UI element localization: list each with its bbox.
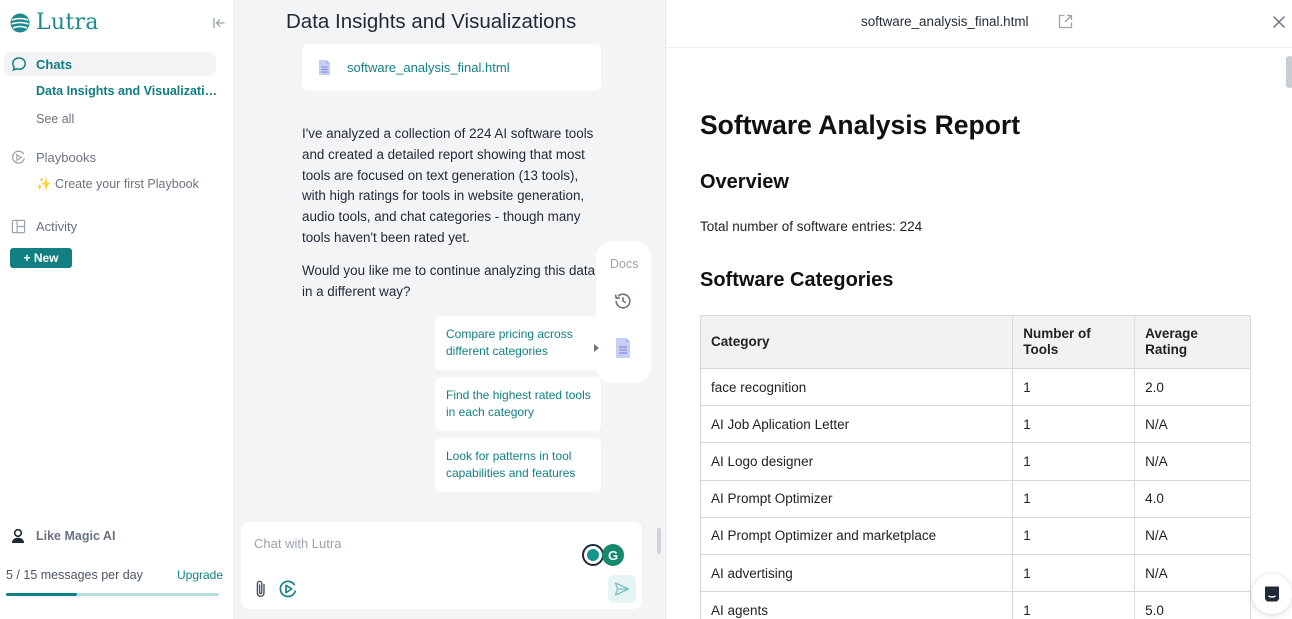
table-cell: AI Prompt Optimizer: [699, 479, 1014, 518]
playbook-icon: [11, 150, 25, 164]
table-cell: N/A: [1134, 516, 1251, 555]
table-cell: N/A: [1134, 442, 1251, 481]
table-cell: AI Logo designer: [699, 442, 1014, 481]
usage-text: 5 / 15 messages per day: [6, 568, 143, 582]
help-chat-button[interactable]: [1252, 574, 1292, 614]
table-cell: N/A: [1134, 405, 1251, 444]
brand-logo[interactable]: Lutra: [10, 10, 99, 35]
sidebar-chat-active[interactable]: Data Insights and Visualizatio...: [36, 84, 222, 98]
usage-progress-fill: [6, 593, 77, 596]
attach-icon[interactable]: [253, 579, 269, 599]
sidebar-item-playbooks[interactable]: Playbooks: [11, 150, 96, 165]
table-row: AI advertising 1 N/A: [699, 553, 1251, 593]
table-row: face recognition 1 2.0: [699, 367, 1251, 407]
table-cell: 4.0: [1134, 479, 1251, 518]
upgrade-link[interactable]: Upgrade: [177, 568, 223, 582]
sidebar-item-activity[interactable]: Activity: [11, 219, 77, 234]
document-viewer: software_analysis_final.html Software An…: [665, 0, 1292, 619]
table-row: AI Job Aplication Letter 1 N/A: [699, 405, 1251, 444]
open-external-icon[interactable]: [1058, 14, 1073, 29]
table-row: AI Prompt Optimizer and marketplace 1 N/…: [699, 516, 1251, 555]
chat-input[interactable]: [254, 536, 554, 551]
table-cell: 1: [1012, 442, 1136, 481]
sidebar-item-label: Chats: [36, 56, 73, 72]
see-all-link[interactable]: See all: [36, 112, 74, 126]
suggestion-chip[interactable]: Look for patterns in tool capabilities a…: [435, 438, 601, 492]
assistant-extension-icon[interactable]: [582, 544, 604, 566]
suggestion-chip[interactable]: Find the highest rated tools in each cat…: [435, 377, 601, 431]
chat-composer: G: [241, 522, 642, 609]
file-name: software_analysis_final.html: [347, 60, 510, 75]
table-row: AI Prompt Optimizer 1 4.0: [699, 479, 1251, 518]
table-cell: 1: [1012, 591, 1136, 619]
user-profile[interactable]: Like Magic AI: [10, 528, 115, 544]
chat-title: Data Insights and Visualizations: [286, 10, 577, 33]
viewer-file-title: software_analysis_final.html: [861, 14, 1029, 29]
total-entries-text: Total number of software entries: 224: [700, 219, 923, 234]
user-icon: [11, 528, 25, 543]
message-icon: [1265, 586, 1279, 602]
column-header-rating: Average Rating: [1134, 315, 1251, 369]
close-icon[interactable]: [1272, 15, 1286, 29]
table-cell: face recognition: [699, 367, 1014, 407]
table-cell: 2.0: [1134, 367, 1251, 407]
table-cell: 1: [1012, 367, 1136, 407]
assistant-message: I've analyzed a collection of 224 AI sof…: [302, 126, 594, 245]
user-name: Like Magic AI: [36, 529, 116, 543]
brand-name: Lutra: [36, 10, 99, 35]
table-cell: 1: [1012, 405, 1136, 444]
sidebar-item-label: Playbooks: [36, 150, 96, 165]
chat-bubble-icon: [12, 57, 26, 72]
table-header-row: Category Number of Tools Average Rating: [699, 315, 1251, 369]
column-header-category: Category: [699, 315, 1014, 369]
overview-heading: Overview: [700, 171, 789, 193]
playbook-run-icon[interactable]: [278, 579, 298, 599]
docs-label: Docs: [610, 257, 639, 271]
table-cell: N/A: [1134, 553, 1251, 593]
document-icon[interactable]: [615, 337, 631, 359]
create-playbook-link[interactable]: ✨ Create your first Playbook: [36, 177, 199, 192]
table-row: AI agents 1 5.0: [699, 591, 1251, 619]
report-title: Software Analysis Report: [700, 110, 1021, 140]
table-cell: AI advertising: [699, 553, 1014, 593]
table-cell: 1: [1012, 479, 1136, 518]
table-cell: 1: [1012, 553, 1136, 593]
history-icon[interactable]: [613, 291, 633, 311]
table-row: AI Logo designer 1 N/A: [699, 442, 1251, 481]
new-chat-button[interactable]: + New: [10, 248, 72, 268]
chat-scrollbar[interactable]: [657, 528, 661, 554]
active-doc-indicator-icon: [594, 344, 599, 352]
categories-table: Category Number of Tools Average Rating …: [699, 315, 1251, 619]
categories-heading: Software Categories: [700, 269, 894, 291]
sidebar-item-chats[interactable]: Chats: [4, 52, 216, 76]
table-cell: AI Job Aplication Letter: [699, 405, 1014, 444]
extension-icons: G: [582, 544, 624, 566]
send-button[interactable]: [608, 575, 636, 603]
viewer-scrollbar[interactable]: [1286, 56, 1292, 88]
table-cell: 1: [1012, 516, 1136, 555]
collapse-sidebar-icon[interactable]: [212, 16, 226, 30]
table-cell: 5.0: [1134, 591, 1251, 619]
document-icon: [319, 60, 330, 75]
table-cell: AI Prompt Optimizer and marketplace: [699, 516, 1014, 555]
activity-icon: [11, 219, 26, 234]
usage-progress-bar: [6, 593, 219, 596]
table-cell: AI agents: [699, 591, 1014, 619]
file-attachment-card[interactable]: software_analysis_final.html: [302, 44, 601, 91]
grammarly-icon[interactable]: G: [602, 544, 624, 566]
viewer-header: software_analysis_final.html: [666, 0, 1292, 48]
column-header-count: Number of Tools: [1012, 315, 1136, 369]
lutra-logo-icon: [10, 13, 30, 32]
sidebar-item-label: Activity: [36, 219, 78, 234]
send-icon: [614, 582, 630, 596]
suggestion-chip[interactable]: Compare pricing across different categor…: [435, 316, 601, 370]
sidebar: Lutra Chats Data Insights and Visualizat…: [0, 0, 234, 619]
assistant-question: Would you like me to continue analyzing …: [302, 263, 596, 299]
docs-panel: Docs: [596, 241, 651, 383]
